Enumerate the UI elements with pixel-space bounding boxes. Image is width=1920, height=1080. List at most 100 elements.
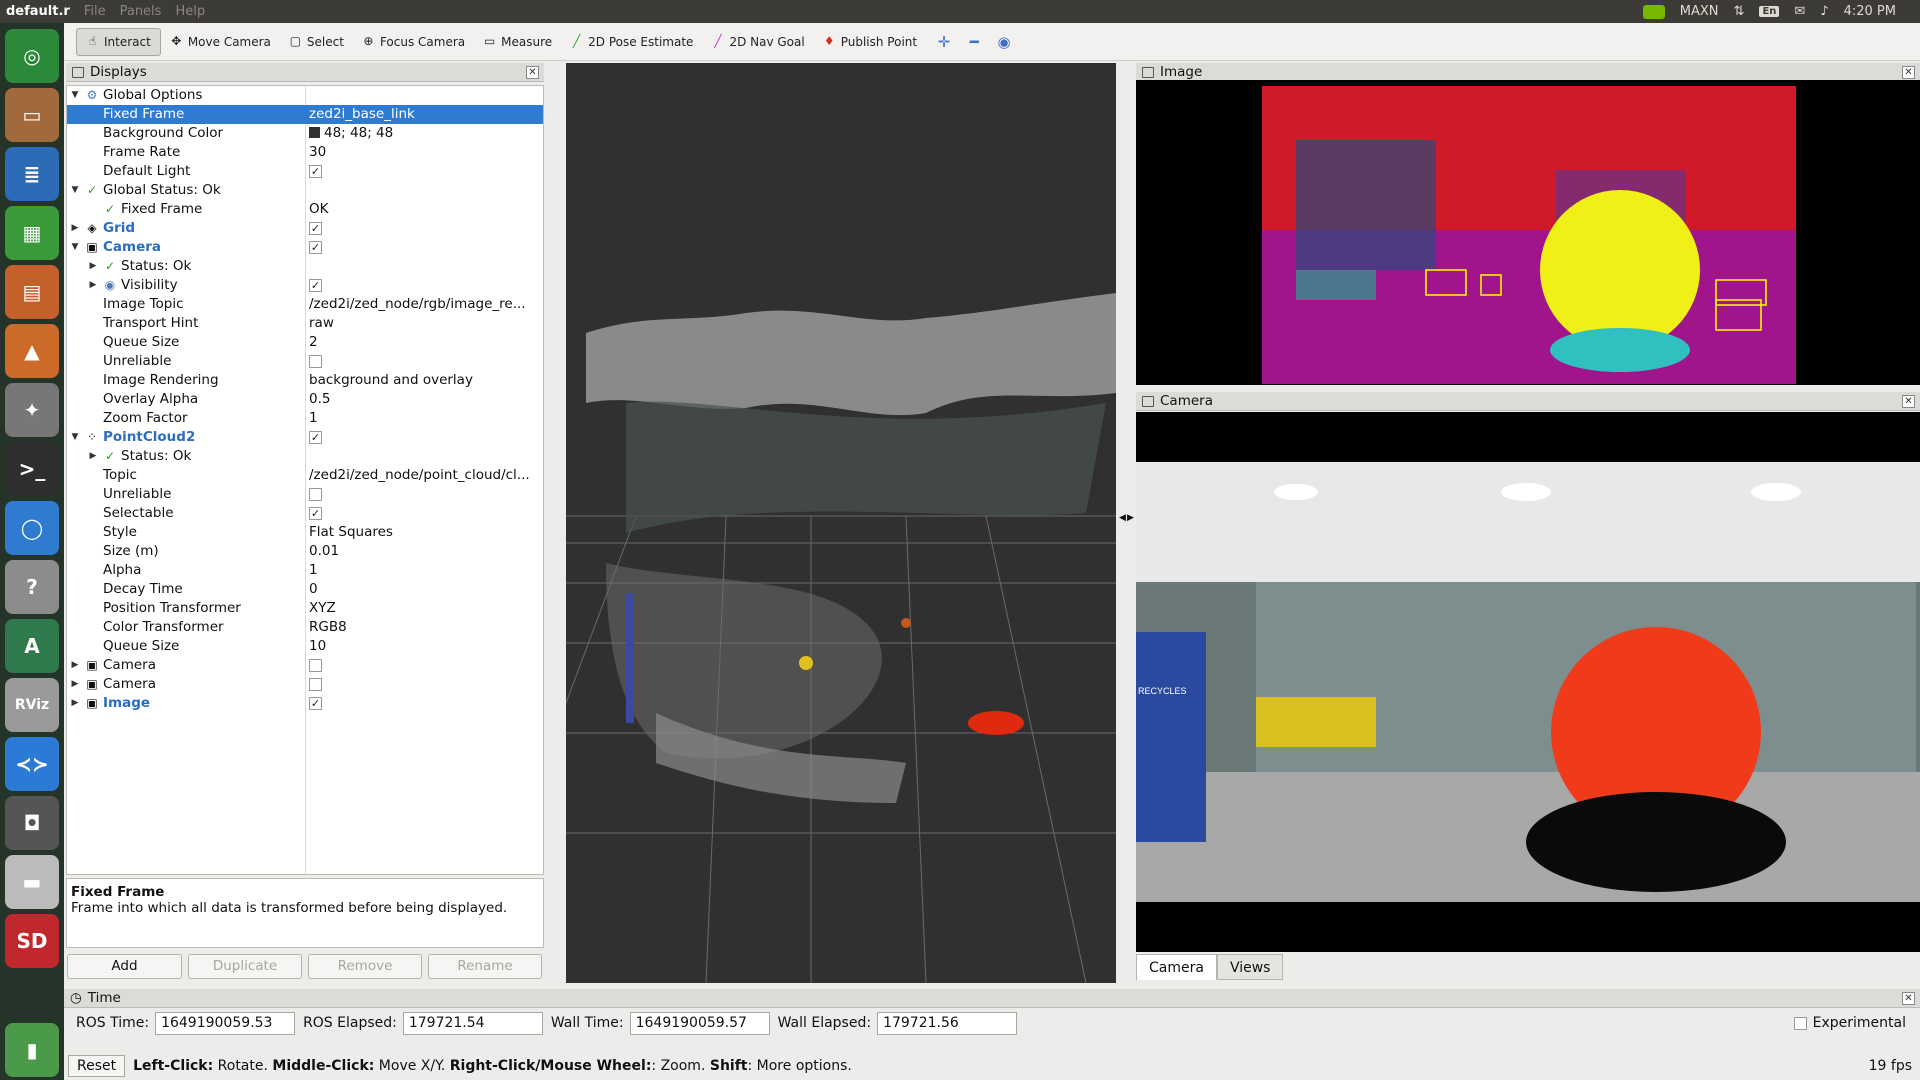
enable-checkbox[interactable]: ✓ <box>309 241 322 254</box>
row-value[interactable]: RGB8 <box>309 619 347 635</box>
tree-row[interactable]: ▼ ⚙ Global Options <box>67 86 543 105</box>
value-cell[interactable]: /zed2i/zed_node/point_cloud/cl... <box>309 466 541 485</box>
row-value[interactable]: 0 <box>309 581 318 597</box>
remove-button[interactable]: Remove <box>308 954 422 979</box>
tool-measure[interactable]: ▭ Measure <box>474 28 561 56</box>
vscode-icon[interactable]: ≺≻ <box>5 737 59 791</box>
network-icon[interactable]: ⇅ <box>1734 4 1745 19</box>
collapse-right-icon[interactable]: ▶ <box>1127 513 1134 523</box>
tree-row[interactable]: Frame Rate 30 <box>67 143 543 162</box>
row-value[interactable]: raw <box>309 315 334 331</box>
value-cell[interactable]: 30 <box>309 143 541 162</box>
ros-elapsed-field[interactable]: 179721.54 <box>402 1011 543 1035</box>
tree-row[interactable]: ✓ Fixed Frame OK <box>67 200 543 219</box>
tree-row[interactable]: Style Flat Squares <box>67 523 543 542</box>
expand-down-icon[interactable]: ▼ <box>70 238 80 257</box>
value-cell[interactable]: Flat Squares <box>309 523 541 542</box>
tool-focus-camera[interactable]: ⊕ Focus Camera <box>353 28 474 56</box>
value-cell[interactable]: 1 <box>309 561 541 580</box>
value-cell[interactable]: 1 <box>309 409 541 428</box>
expand-right-icon[interactable]: ▶ <box>88 276 98 295</box>
help-icon[interactable]: ? <box>5 560 59 614</box>
sd-card-icon[interactable]: SD <box>5 914 59 968</box>
enable-checkbox[interactable]: ✓ <box>309 431 322 444</box>
row-value[interactable]: Flat Squares <box>309 524 393 540</box>
close-icon[interactable]: ✕ <box>526 65 539 79</box>
row-value[interactable]: OK <box>309 201 328 217</box>
enable-checkbox[interactable] <box>309 355 322 368</box>
tool-2d-pose-estimate[interactable]: ╱ 2D Pose Estimate <box>561 28 702 56</box>
row-value[interactable]: 2 <box>309 334 318 350</box>
value-cell[interactable]: OK <box>309 200 541 219</box>
camera-type-icon[interactable]: ◉ <box>992 30 1016 54</box>
tree-row[interactable]: Image Rendering background and overlay <box>67 371 543 390</box>
calc-icon[interactable]: ▦ <box>5 206 59 260</box>
row-value[interactable]: /zed2i/zed_node/rgb/image_re... <box>309 296 526 312</box>
tree-row[interactable]: Decay Time 0 <box>67 580 543 599</box>
tree-row[interactable]: ▼ ▣ Camera ✓ <box>67 238 543 257</box>
tree-row[interactable]: Queue Size 10 <box>67 637 543 656</box>
tool-select[interactable]: ▢ Select <box>280 28 353 56</box>
row-value[interactable]: 0.01 <box>309 543 339 559</box>
tree-row[interactable]: Alpha 1 <box>67 561 543 580</box>
enable-checkbox[interactable]: ✓ <box>309 222 322 235</box>
value-cell[interactable]: /zed2i/zed_node/rgb/image_re... <box>309 295 541 314</box>
camera-view[interactable]: RECYCLES <box>1136 412 1920 952</box>
value-cell[interactable]: background and overlay <box>309 371 541 390</box>
duplicate-button[interactable]: Duplicate <box>188 954 302 979</box>
chromium-icon[interactable]: ◯ <box>5 501 59 555</box>
point-cloud-render[interactable] <box>566 63 1116 983</box>
reset-button[interactable]: Reset <box>68 1055 126 1077</box>
expand-right-icon[interactable]: ▶ <box>70 656 80 675</box>
ubuntu-logo-icon[interactable]: ◎ <box>5 29 59 83</box>
drive-icon[interactable]: ▬ <box>5 855 59 909</box>
volume-icon[interactable]: ♪ <box>1820 4 1828 19</box>
experimental-checkbox[interactable] <box>1793 1016 1807 1030</box>
collapse-left-icon[interactable]: ◀ <box>1119 513 1126 523</box>
tree-row[interactable]: Overlay Alpha 0.5 <box>67 390 543 409</box>
tree-row[interactable]: Background Color 48; 48; 48 <box>67 124 543 143</box>
color-swatch[interactable] <box>309 127 320 138</box>
expand-down-icon[interactable]: ▼ <box>70 86 80 105</box>
tree-row[interactable]: ▶ ✓ Status: Ok <box>67 447 543 466</box>
wall-time-field[interactable]: 1649190059.57 <box>629 1011 770 1035</box>
image-view[interactable] <box>1136 80 1920 385</box>
tab-camera[interactable]: Camera <box>1136 954 1217 980</box>
remove-tool-icon[interactable]: ━ <box>962 30 986 54</box>
displays-tree[interactable]: ▼ ⚙ Global Options Fixed Frame zed2i_base_li… <box>66 85 544 875</box>
tree-row[interactable]: ▼ ✓ Global Status: Ok <box>67 181 543 200</box>
power-mode-label[interactable]: MAXN <box>1680 4 1719 19</box>
add-tool-icon[interactable]: ✛ <box>932 30 956 54</box>
row-value[interactable]: zed2i_base_link <box>309 106 415 122</box>
row-value[interactable]: XYZ <box>309 600 336 616</box>
impress-icon[interactable]: ▤ <box>5 265 59 319</box>
enable-checkbox[interactable]: ✓ <box>309 697 322 710</box>
menu-file[interactable]: File <box>84 4 106 19</box>
tree-row[interactable]: ▶ ◉ Visibility ✓ <box>67 276 543 295</box>
value-cell[interactable]: 2 <box>309 333 541 352</box>
expand-right-icon[interactable]: ▶ <box>70 219 80 238</box>
mail-icon[interactable]: ✉ <box>1794 4 1805 19</box>
row-value[interactable]: 1 <box>309 562 318 578</box>
tree-row[interactable]: ▶ ✓ Status: Ok <box>67 257 543 276</box>
tree-row[interactable]: Zoom Factor 1 <box>67 409 543 428</box>
screenshot-icon[interactable]: ◘ <box>5 796 59 850</box>
rename-button[interactable]: Rename <box>428 954 542 979</box>
tree-row[interactable]: ▶ ▣ Camera <box>67 675 543 694</box>
writer-icon[interactable]: ≣ <box>5 147 59 201</box>
tree-row[interactable]: Fixed Frame zed2i_base_link <box>67 105 543 124</box>
enable-checkbox[interactable]: ✓ <box>309 507 322 520</box>
keyboard-layout-indicator[interactable]: En <box>1759 6 1780 17</box>
tool-2d-nav-goal[interactable]: ╱ 2D Nav Goal <box>702 28 813 56</box>
value-cell[interactable]: zed2i_base_link <box>309 105 541 124</box>
tree-row[interactable]: ▶ ▣ Camera <box>67 656 543 675</box>
enable-checkbox[interactable] <box>309 678 322 691</box>
close-icon[interactable]: ✕ <box>1902 65 1915 79</box>
tool-interact[interactable]: ☝ Interact <box>76 27 161 56</box>
file-manager-icon[interactable]: ▭ <box>5 88 59 142</box>
enable-checkbox[interactable]: ✓ <box>309 165 322 178</box>
add-button[interactable]: Add <box>67 954 182 979</box>
terminal-icon[interactable]: >_ <box>5 442 59 496</box>
tree-row[interactable]: Unreliable <box>67 352 543 371</box>
value-cell[interactable]: raw <box>309 314 541 333</box>
